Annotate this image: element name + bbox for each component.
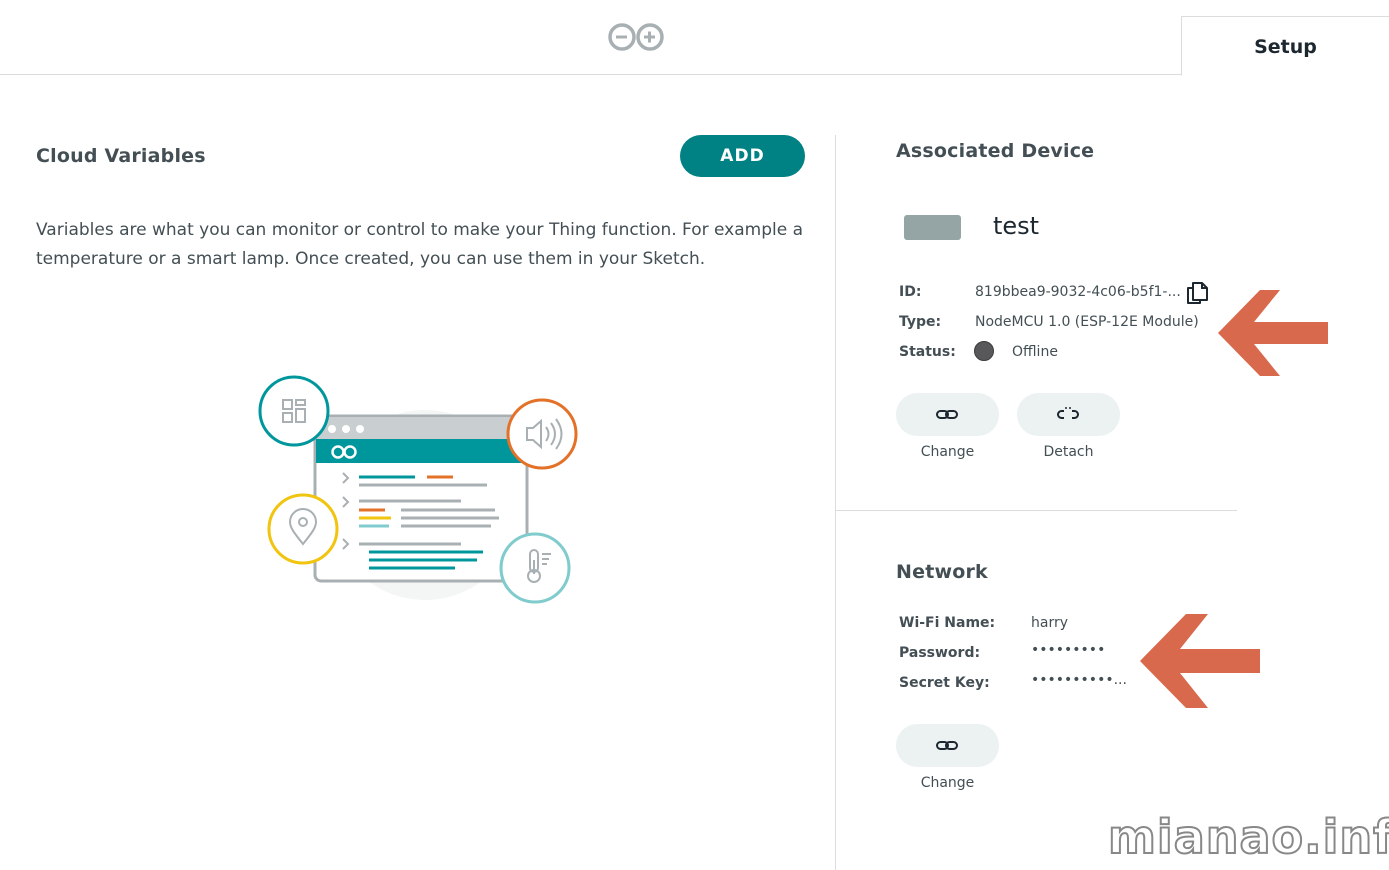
change-network-label: Change xyxy=(920,775,975,791)
wifi-name-value: harry xyxy=(1031,615,1069,631)
device-id-label: ID: xyxy=(899,284,922,300)
device-name: test xyxy=(993,212,1040,240)
vertical-divider xyxy=(835,135,836,870)
device-status-label: Status: xyxy=(899,344,956,360)
horizontal-divider xyxy=(836,510,1237,511)
cloud-variables-title: Cloud Variables xyxy=(36,145,206,167)
wifi-name-label: Wi-Fi Name: xyxy=(899,615,996,631)
arduino-infinity-logo-icon[interactable] xyxy=(607,22,665,52)
copy-icon[interactable] xyxy=(1184,280,1210,306)
detach-device-label: Detach xyxy=(1043,444,1094,460)
password-value: ••••••••• xyxy=(1031,642,1106,658)
variables-illustration xyxy=(258,375,578,604)
change-network-button[interactable] xyxy=(896,724,999,767)
change-device-label: Change xyxy=(920,444,975,460)
arrow-left-icon xyxy=(1218,290,1328,376)
device-type-label: Type: xyxy=(899,314,942,330)
detach-device-button[interactable] xyxy=(1017,393,1120,436)
network-title: Network xyxy=(896,561,988,583)
device-id-value: 819bbea9-9032-4c06-b5f1-... xyxy=(975,284,1181,300)
top-bar: Setup xyxy=(0,0,1389,76)
status-offline-indicator xyxy=(974,341,994,361)
device-type-value: NodeMCU 1.0 (ESP-12E Module) xyxy=(975,314,1199,330)
link-icon xyxy=(936,741,958,750)
unlink-icon xyxy=(1057,407,1079,419)
password-label: Password: xyxy=(899,645,981,661)
associated-device-title: Associated Device xyxy=(896,140,1095,162)
secret-key-value: ••••••••••... xyxy=(1031,672,1127,688)
watermark: mianao.info xyxy=(1107,809,1389,865)
change-device-button[interactable] xyxy=(896,393,999,436)
link-icon xyxy=(936,410,958,419)
secret-key-label: Secret Key: xyxy=(899,675,990,691)
cloud-variables-description: Variables are what you can monitor or co… xyxy=(36,220,804,269)
device-status-value: Offline xyxy=(1012,344,1058,360)
arrow-left-icon xyxy=(1140,614,1260,708)
tab-setup[interactable]: Setup xyxy=(1181,16,1389,76)
device-board-icon xyxy=(904,215,961,240)
add-variable-button[interactable]: ADD xyxy=(680,135,805,177)
